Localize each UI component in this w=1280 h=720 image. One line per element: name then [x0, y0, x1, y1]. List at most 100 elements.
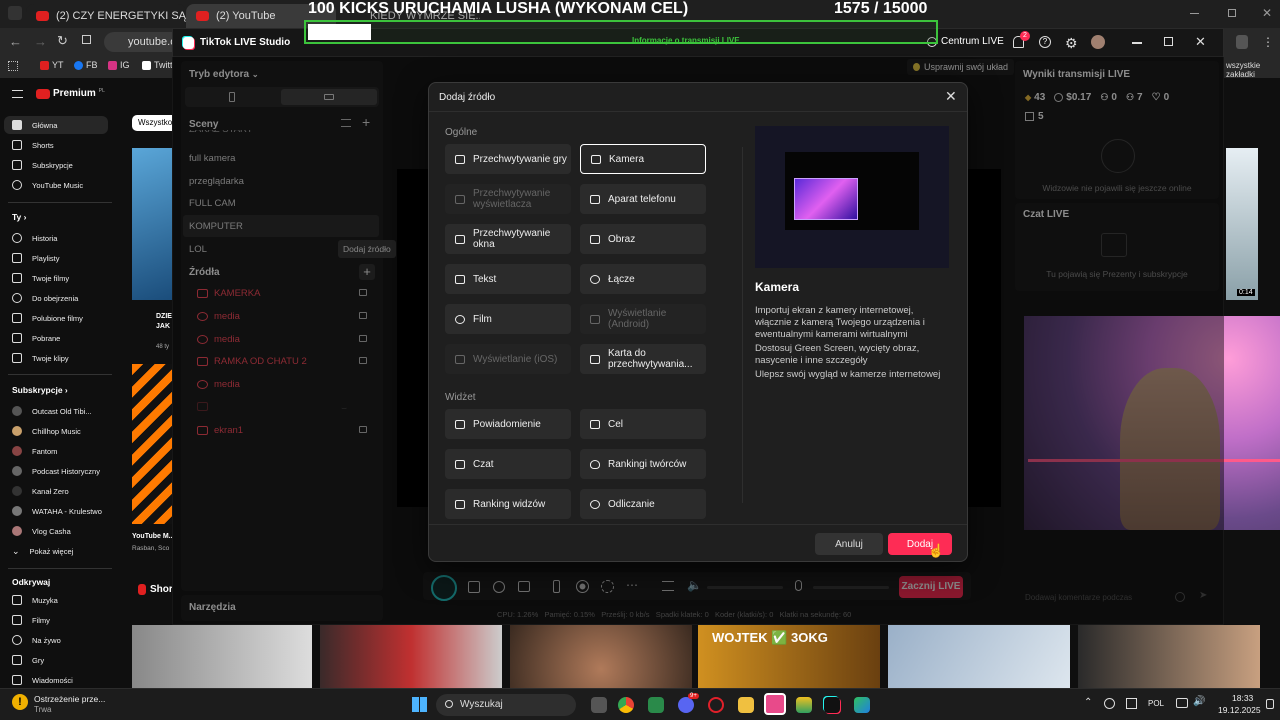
reload-icon[interactable]: ↻	[57, 33, 68, 49]
sidebar-item-watch-later[interactable]: Do obejrzenia	[12, 293, 78, 303]
app-icon[interactable]	[591, 697, 607, 713]
window-close-icon[interactable]: ✕	[1262, 6, 1272, 20]
option-text[interactable]: Tekst	[445, 264, 571, 294]
profile-icon[interactable]: ⋮	[1262, 35, 1274, 49]
clock-date[interactable]: 19.12.2025	[1218, 705, 1261, 715]
option-window-capture[interactable]: Przechwytywanie okna	[445, 224, 571, 254]
video-thumbnail[interactable]	[132, 364, 176, 524]
apps-icon[interactable]	[8, 61, 18, 71]
sub-channel[interactable]: Vlog Casha	[12, 526, 71, 536]
sidebar-item-shorts[interactable]: Shorts	[12, 140, 54, 150]
short-thumbnail[interactable]	[1078, 625, 1260, 688]
studio-close-icon[interactable]: ✕	[1195, 34, 1206, 50]
live-center-button[interactable]: Centrum LIVE	[927, 36, 1004, 47]
tray-icon[interactable]	[1126, 698, 1137, 709]
home-icon[interactable]	[82, 35, 91, 44]
option-film[interactable]: Film	[445, 304, 571, 334]
tray-icon[interactable]	[1104, 698, 1115, 709]
hamburger-icon[interactable]	[12, 90, 23, 98]
dialog-close-icon[interactable]: ✕	[945, 88, 957, 105]
sub-channel[interactable]: Fantom	[12, 446, 57, 456]
active-app-icon[interactable]	[764, 693, 786, 715]
forward-icon[interactable]: →	[34, 34, 47, 49]
option-camera[interactable]: Kamera	[580, 144, 706, 174]
widget-viewer-ranking[interactable]: Ranking widzów	[445, 489, 571, 519]
sidebar-item-home[interactable]: Główna	[12, 120, 57, 130]
right-video-thumbnail[interactable]	[1226, 148, 1258, 300]
youtube-premium-logo[interactable]: Premium PL	[36, 88, 105, 99]
video-thumbnail[interactable]	[132, 148, 176, 300]
start-windows-icon[interactable]	[412, 697, 427, 712]
user-avatar[interactable]	[1091, 35, 1105, 49]
widget-notification[interactable]: Powiadomienie	[445, 409, 571, 439]
sidebar-item-liked[interactable]: Polubione filmy	[12, 313, 83, 323]
you-header[interactable]: Ty ›	[12, 212, 27, 222]
weather-warning-title[interactable]: Ostrzeżenie prze...	[34, 694, 105, 704]
browser-tab[interactable]: (2) CZY ENERGETYKI SĄ SZKODLIWE...	[26, 4, 186, 28]
discord-icon[interactable]	[678, 697, 694, 713]
sidebar-item-subscriptions[interactable]: Subskrypcje	[12, 160, 73, 170]
sidebar-item-clips[interactable]: Twoje klipy	[12, 353, 69, 363]
window-minimize-icon[interactable]	[1190, 13, 1199, 14]
back-icon[interactable]: ←	[9, 34, 22, 49]
show-more[interactable]: ⌄ Pokaż więcej	[12, 546, 73, 557]
short-thumbnail[interactable]	[132, 625, 312, 688]
sidebar-item-news[interactable]: Wiadomości	[12, 675, 73, 685]
notification-center-icon[interactable]	[1266, 699, 1274, 709]
language-indicator[interactable]: POL	[1148, 699, 1164, 708]
settings-gear-icon[interactable]: ⚙	[1065, 35, 1078, 52]
option-capture-card[interactable]: Karta do przechwytywania...	[580, 344, 706, 374]
warning-icon[interactable]: !	[12, 694, 28, 710]
sidebar-item-history[interactable]: Historia	[12, 233, 57, 243]
video-title[interactable]: YouTube M...	[132, 533, 175, 540]
clock-time[interactable]: 18:33	[1232, 693, 1253, 703]
sidebar-item-your-videos[interactable]: Twoje filmy	[12, 273, 69, 283]
widget-countdown[interactable]: Odliczanie	[580, 489, 706, 519]
widget-chat[interactable]: Czat	[445, 449, 571, 479]
sidebar-item-movies[interactable]: Filmy	[12, 615, 50, 625]
short-thumbnail[interactable]	[320, 625, 502, 688]
sidebar-item-downloads[interactable]: Pobrane	[12, 333, 60, 343]
stack-icon[interactable]	[796, 697, 812, 713]
studio-minimize-icon[interactable]	[1132, 42, 1142, 44]
wifi-icon[interactable]	[1176, 698, 1188, 708]
tiktok-icon[interactable]	[824, 697, 840, 713]
sub-channel[interactable]: WATAHA - Krulestwo	[12, 506, 102, 516]
short-thumbnail[interactable]	[888, 625, 1070, 688]
chrome-icon[interactable]	[618, 697, 634, 713]
cancel-button[interactable]: Anuluj	[815, 533, 883, 555]
extension-icon[interactable]	[1236, 35, 1248, 49]
bookmark-yt[interactable]: YT	[40, 60, 64, 70]
widget-goal[interactable]: Cel	[580, 409, 706, 439]
sub-channel[interactable]: Kanał Zero	[12, 486, 69, 496]
play-store-icon[interactable]	[854, 697, 870, 713]
tab-menu-icon[interactable]	[8, 6, 22, 20]
opera-icon[interactable]	[708, 697, 724, 713]
studio-maximize-icon[interactable]	[1164, 37, 1173, 46]
window-maximize-icon[interactable]	[1228, 9, 1236, 17]
option-game-capture[interactable]: Przechwytywanie gry	[445, 144, 571, 174]
shield-icon[interactable]	[648, 697, 664, 713]
short-thumbnail[interactable]	[510, 625, 692, 688]
option-image[interactable]: Obraz	[580, 224, 706, 254]
all-bookmarks[interactable]: wszystkie zakładki	[1226, 61, 1280, 79]
folder-icon[interactable]	[738, 697, 754, 713]
subscriptions-header[interactable]: Subskrypcje ›	[12, 385, 68, 395]
sidebar-item-live[interactable]: Na żywo	[12, 635, 61, 645]
bookmark-fb[interactable]: FB	[74, 60, 98, 70]
sub-channel[interactable]: Podcast Historyczny	[12, 466, 100, 476]
bookmark-ig[interactable]: IG	[108, 60, 130, 70]
option-link[interactable]: Łącze	[580, 264, 706, 294]
sidebar-item-games[interactable]: Gry	[12, 655, 44, 665]
help-icon[interactable]: ?	[1039, 36, 1051, 48]
sub-channel[interactable]: Chillhop Music	[12, 426, 81, 436]
option-phone-camera[interactable]: Aparat telefonu	[580, 184, 706, 214]
sidebar-item-music-explore[interactable]: Muzyka	[12, 595, 58, 605]
widget-creator-rankings[interactable]: Rankingi twórców	[580, 449, 706, 479]
taskbar-search[interactable]: Wyszukaj	[436, 694, 576, 716]
sidebar-item-playlists[interactable]: Playlisty	[12, 253, 60, 263]
sub-channel[interactable]: Outcast Old Tibi...	[12, 406, 92, 416]
sidebar-item-music[interactable]: YouTube Music	[12, 180, 83, 190]
bookmark-twitter[interactable]: Twitt	[142, 60, 173, 70]
volume-icon[interactable]: 🔊	[1193, 696, 1205, 707]
